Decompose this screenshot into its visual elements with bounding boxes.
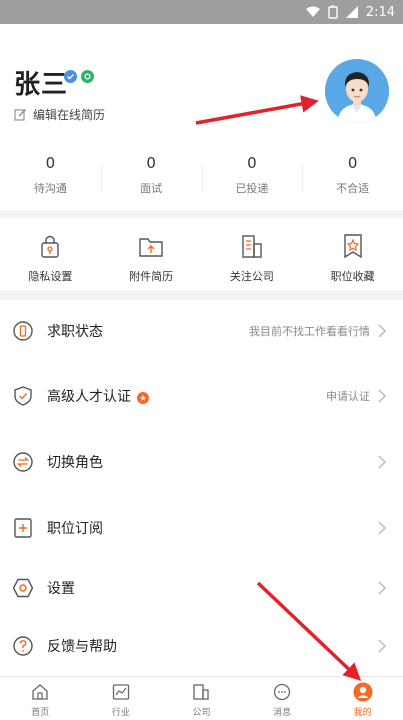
- stat-count: 0: [247, 154, 257, 172]
- shortcut-label: 职位收藏: [330, 270, 375, 283]
- section-divider: [0, 210, 403, 218]
- menu-item-value: 我目前不找工作看看行情: [249, 325, 370, 338]
- battery-icon: [328, 5, 338, 19]
- tab-industry[interactable]: 行业: [81, 677, 162, 720]
- tab-mine[interactable]: 我的: [322, 677, 403, 720]
- star-bookmark-icon: [339, 232, 367, 260]
- shortcut-label: 关注公司: [229, 270, 274, 283]
- chevron-right-icon: [378, 389, 387, 403]
- wifi-icon: [305, 6, 320, 17]
- menu-item-talent-certification[interactable]: 高级人才认证 申请认证: [0, 366, 403, 426]
- wechat-icon: [81, 70, 94, 83]
- profile-header: 张三 编辑在线简历: [0, 24, 403, 142]
- chevron-right-icon: [378, 455, 387, 469]
- menu-item-feedback-help[interactable]: 反馈与帮助: [0, 616, 403, 676]
- stats-row: 0 待沟通 0 面试 0 已投递 0 不合适: [0, 148, 403, 208]
- menu-item-title: 设置: [47, 581, 75, 597]
- user-name: 张三: [14, 70, 69, 100]
- user-avatar[interactable]: [325, 59, 389, 123]
- company-icon: [191, 682, 211, 702]
- menu-item-title: 切换角色: [47, 455, 103, 471]
- folder-upload-icon: [137, 232, 165, 260]
- profile-icon: [353, 682, 373, 702]
- edit-resume-label: 编辑在线简历: [33, 108, 106, 122]
- tab-label: 行业: [111, 708, 130, 718]
- tab-label: 消息: [273, 708, 292, 718]
- building-icon: [238, 232, 266, 260]
- message-icon: [272, 682, 292, 702]
- tab-home[interactable]: 首页: [0, 677, 81, 720]
- shortcut-grid: 隐私设置 附件简历 关注公司 职位收藏: [0, 218, 403, 290]
- stat-interview[interactable]: 0 面试: [100, 148, 202, 208]
- subscribe-icon: [14, 518, 32, 538]
- signal-icon: [345, 6, 358, 18]
- tab-company[interactable]: 公司: [161, 677, 242, 720]
- help-icon: [13, 636, 33, 656]
- stat-unsuitable[interactable]: 0 不合适: [302, 148, 403, 208]
- menu-item-switch-role[interactable]: 切换角色: [0, 432, 403, 492]
- shortcut-saved-jobs[interactable]: 职位收藏: [302, 218, 403, 290]
- status-bar: 2:14: [0, 0, 403, 24]
- menu-item-title: 高级人才认证: [47, 386, 149, 406]
- tab-label: 我的: [353, 708, 372, 718]
- menu-item-job-subscription[interactable]: 职位订阅: [0, 498, 403, 558]
- status-time: 2:14: [365, 4, 395, 20]
- menu-item-title-text: 高级人才认证: [47, 389, 131, 405]
- tab-messages[interactable]: 消息: [242, 677, 323, 720]
- verification-badges: [64, 70, 94, 83]
- chevron-right-icon: [378, 521, 387, 535]
- verified-icon: [64, 70, 77, 83]
- section-divider: [0, 290, 403, 300]
- chevron-right-icon: [378, 639, 387, 653]
- stat-delivered[interactable]: 0 已投递: [201, 148, 303, 208]
- edit-icon: [14, 109, 26, 121]
- menu-item-settings[interactable]: 设置: [0, 558, 403, 618]
- menu-item-value: 申请认证: [326, 390, 370, 403]
- chevron-right-icon: [378, 324, 387, 338]
- bottom-tab-bar: 首页 行业 公司 消息 我的: [0, 676, 403, 720]
- shortcut-label: 隐私设置: [28, 270, 73, 283]
- shortcut-attachment-resume[interactable]: 附件简历: [101, 218, 202, 290]
- edit-resume-link[interactable]: 编辑在线简历: [14, 106, 105, 123]
- shortcut-followed-companies[interactable]: 关注公司: [202, 218, 303, 290]
- shortcut-label: 附件简历: [129, 270, 174, 283]
- menu-item-title: 求职状态: [47, 324, 103, 340]
- switch-icon: [13, 452, 33, 472]
- shortcut-privacy[interactable]: 隐私设置: [0, 218, 101, 290]
- chart-icon: [111, 682, 131, 702]
- status-icon: [13, 321, 33, 341]
- stat-count: 0: [347, 154, 358, 172]
- premium-badge-icon: [137, 392, 149, 404]
- menu-item-title: 职位订阅: [47, 521, 103, 537]
- gear-icon: [12, 578, 34, 598]
- home-icon: [30, 682, 50, 702]
- lock-icon: [36, 232, 64, 260]
- chevron-right-icon: [378, 581, 387, 595]
- stat-pending[interactable]: 0 待沟通: [0, 148, 101, 208]
- tab-label: 首页: [31, 708, 50, 718]
- stat-count: 0: [45, 154, 56, 172]
- shield-icon: [14, 386, 32, 406]
- stat-label: 面试: [140, 182, 163, 195]
- menu-item-job-status[interactable]: 求职状态 我目前不找工作看看行情: [0, 301, 403, 361]
- stat-label: 待沟通: [33, 182, 67, 195]
- stat-label: 已投递: [235, 182, 269, 195]
- stat-count: 0: [146, 154, 156, 172]
- menu-item-title: 反馈与帮助: [47, 639, 117, 655]
- stat-label: 不合适: [336, 182, 370, 195]
- tab-label: 公司: [192, 708, 211, 718]
